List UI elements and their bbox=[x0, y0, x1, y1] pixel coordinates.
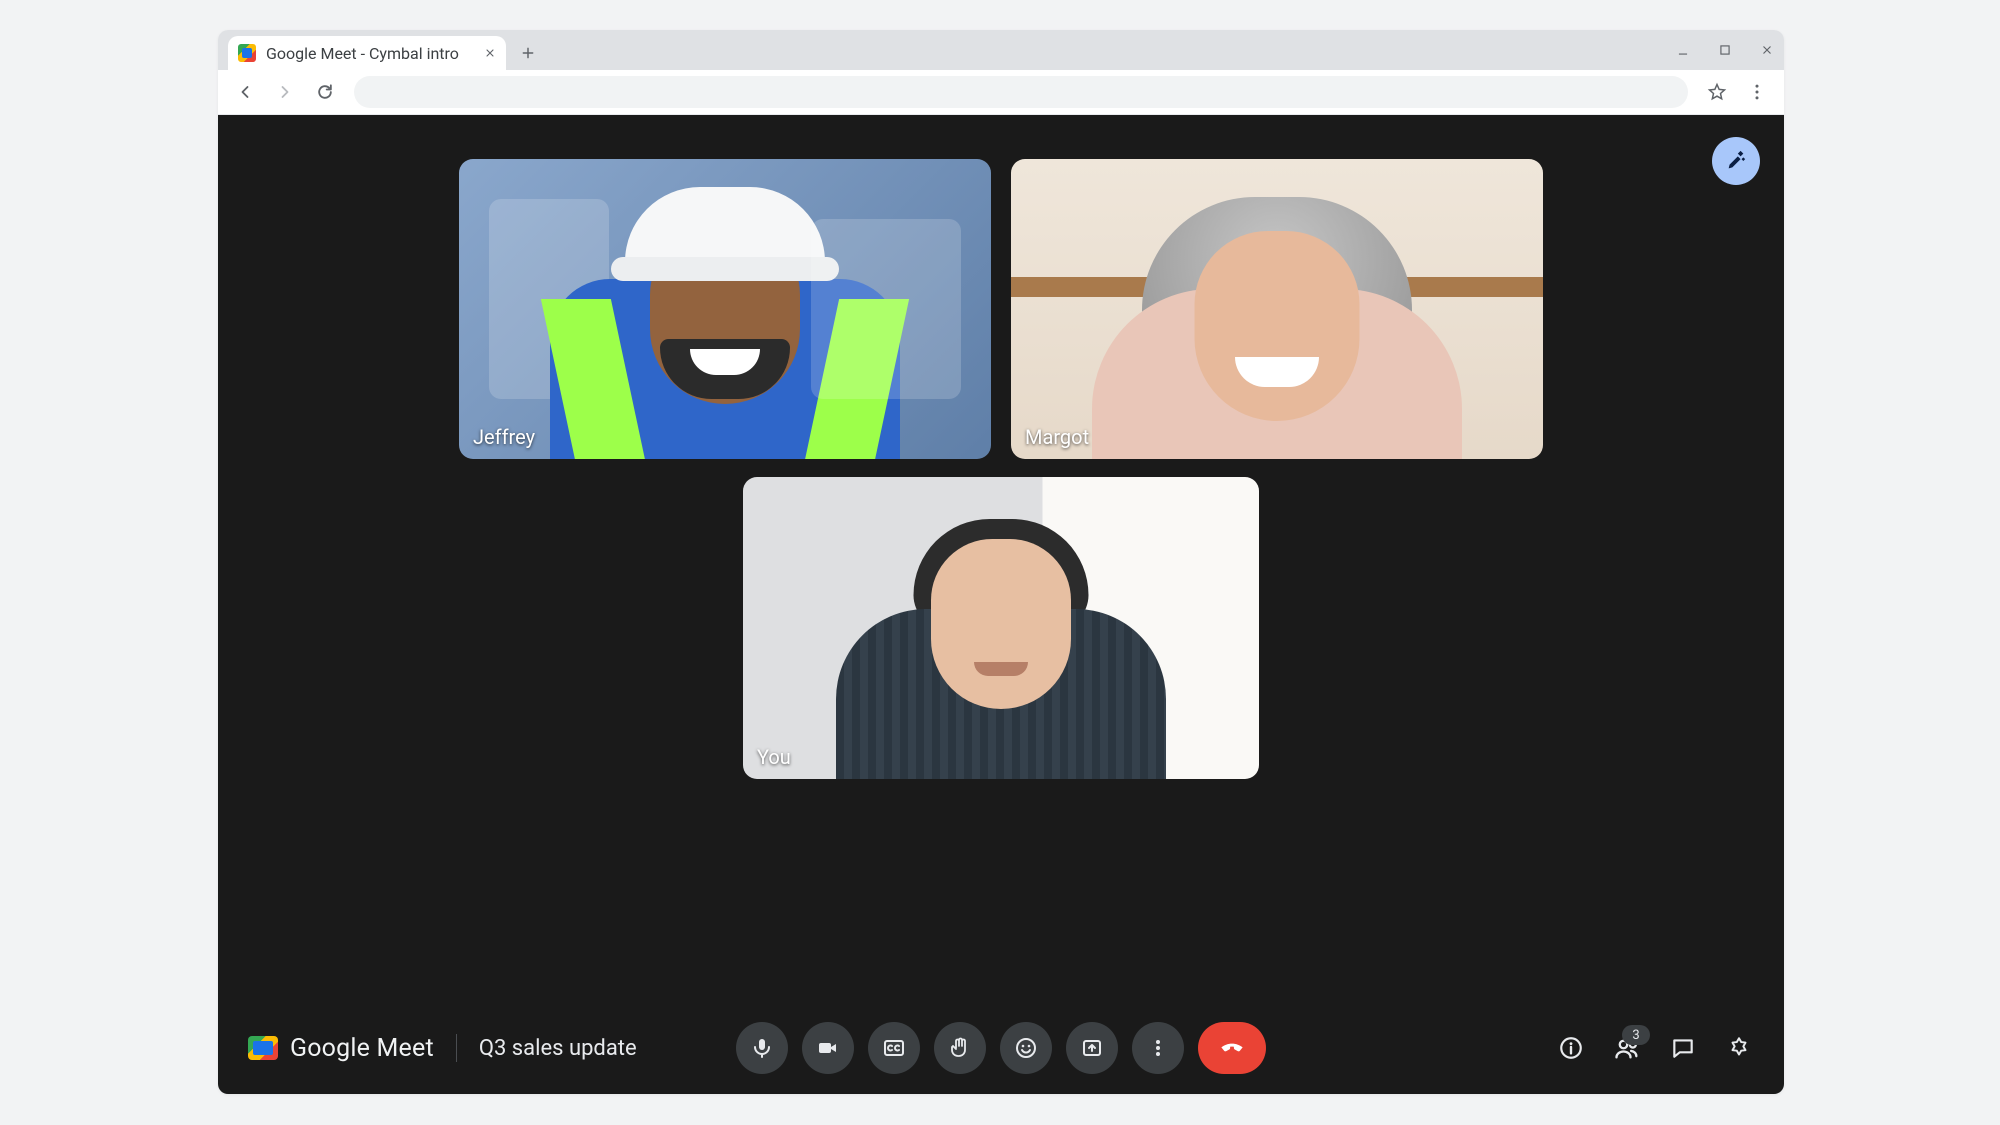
participant-count-badge: 3 bbox=[1622, 1025, 1650, 1045]
info-controls: 3 bbox=[1556, 1033, 1754, 1063]
tab-title: Google Meet - Cymbal intro bbox=[266, 44, 474, 63]
reactions-button[interactable] bbox=[1000, 1022, 1052, 1074]
present-screen-button[interactable] bbox=[1066, 1022, 1118, 1074]
avatar bbox=[459, 159, 991, 459]
address-bar[interactable] bbox=[354, 76, 1688, 108]
brand-text: Google Meet bbox=[290, 1034, 434, 1063]
browser-menu-icon[interactable] bbox=[1740, 75, 1774, 109]
chat-button[interactable] bbox=[1668, 1033, 1698, 1063]
raise-hand-button[interactable] bbox=[934, 1022, 986, 1074]
participant-name: Margot bbox=[1025, 425, 1089, 449]
minimize-icon[interactable] bbox=[1674, 41, 1692, 59]
camera-button[interactable] bbox=[802, 1022, 854, 1074]
meet-surface: Jeffrey Margot bbox=[218, 115, 1784, 1094]
video-row: You bbox=[743, 477, 1259, 779]
participant-tile-you[interactable]: You bbox=[743, 477, 1259, 779]
divider bbox=[456, 1034, 457, 1062]
people-button[interactable]: 3 bbox=[1612, 1033, 1642, 1063]
meeting-title: Q3 sales update bbox=[479, 1036, 637, 1061]
new-tab-button[interactable] bbox=[514, 39, 542, 67]
video-row: Jeffrey Margot bbox=[459, 159, 1543, 459]
reload-icon[interactable] bbox=[308, 75, 342, 109]
participant-tile-margot[interactable]: Margot bbox=[1011, 159, 1543, 459]
browser-tab[interactable]: Google Meet - Cymbal intro bbox=[228, 36, 506, 70]
mute-mic-button[interactable] bbox=[736, 1022, 788, 1074]
participant-name: Jeffrey bbox=[473, 425, 535, 449]
meet-bottom-bar: Google Meet Q3 sales update bbox=[218, 1002, 1784, 1094]
window-controls bbox=[1674, 30, 1776, 70]
forward-icon[interactable] bbox=[268, 75, 302, 109]
meet-logo-icon bbox=[248, 1036, 278, 1060]
leave-call-button[interactable] bbox=[1198, 1022, 1266, 1074]
browser-toolbar bbox=[218, 70, 1784, 115]
participant-tile-jeffrey[interactable]: Jeffrey bbox=[459, 159, 991, 459]
participant-name: You bbox=[757, 745, 791, 769]
avatar bbox=[1011, 159, 1543, 459]
close-tab-icon[interactable] bbox=[484, 47, 496, 59]
bookmark-star-icon[interactable] bbox=[1700, 75, 1734, 109]
call-controls bbox=[736, 1022, 1266, 1074]
meeting-details-button[interactable] bbox=[1556, 1033, 1586, 1063]
tab-strip: Google Meet - Cymbal intro bbox=[218, 30, 1784, 70]
more-options-button[interactable] bbox=[1132, 1022, 1184, 1074]
captions-button[interactable] bbox=[868, 1022, 920, 1074]
maximize-icon[interactable] bbox=[1716, 41, 1734, 59]
meet-favicon-icon bbox=[238, 44, 256, 62]
activities-button[interactable] bbox=[1724, 1033, 1754, 1063]
browser-window: Google Meet - Cymbal intro bbox=[218, 30, 1784, 1094]
back-icon[interactable] bbox=[228, 75, 262, 109]
close-window-icon[interactable] bbox=[1758, 41, 1776, 59]
video-grid: Jeffrey Margot bbox=[218, 159, 1784, 779]
avatar bbox=[743, 477, 1259, 779]
